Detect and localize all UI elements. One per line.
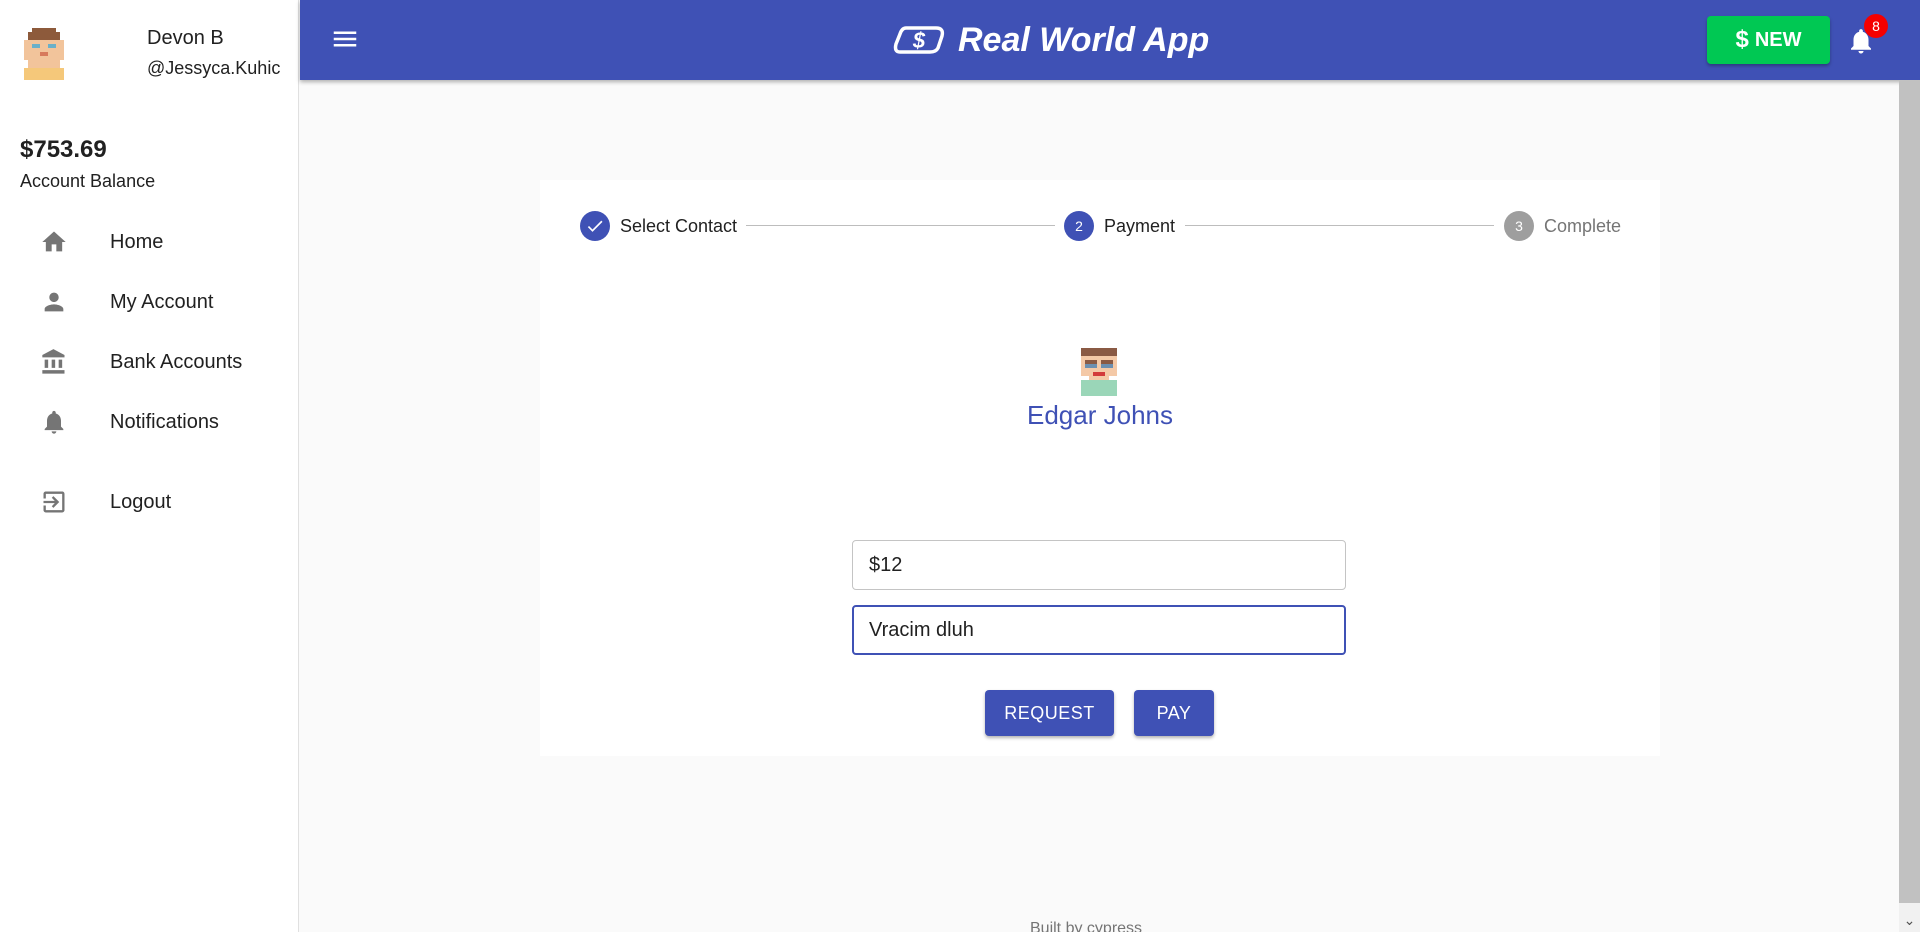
dollar-icon: $ (1735, 26, 1749, 53)
sidebar-item-notifications[interactable]: Notifications (0, 394, 299, 450)
contact-name: Edgar Johns (1027, 400, 1173, 430)
check-icon (580, 211, 610, 241)
sidebar-item-label: My Account (110, 290, 214, 313)
sidebar-item-logout[interactable]: Logout (0, 474, 299, 530)
person-icon (40, 288, 68, 316)
sidebar-item-label: Logout (110, 490, 172, 513)
note-input[interactable]: Vracim dluh (852, 605, 1346, 655)
scrollbar-thumb[interactable] (1899, 80, 1920, 903)
account-balance-amount: $753.69 (20, 136, 107, 163)
footer-text[interactable]: Built by cypress (1030, 920, 1142, 932)
home-icon (40, 228, 68, 256)
user-avatar (24, 28, 64, 80)
sidebar-item-label: Home (110, 230, 164, 253)
sidebar-item-home[interactable]: Home (0, 214, 299, 270)
transaction-card: Select Contact 2 Payment 3 Complete Edga… (540, 180, 1660, 756)
sidebar-item-label: Bank Accounts (110, 350, 243, 373)
app-logo-icon: $ (893, 26, 945, 54)
step-number: 2 (1064, 211, 1094, 241)
step-complete: 3 Complete (1504, 211, 1621, 241)
bank-icon (40, 348, 68, 376)
notification-count-badge: 8 (1864, 14, 1888, 38)
step-connector (1185, 225, 1494, 226)
step-select-contact: Select Contact (580, 211, 737, 241)
sidebar-item-my-account[interactable]: My Account (0, 274, 299, 330)
step-label: Select Contact (620, 215, 738, 236)
svg-text:$: $ (912, 28, 926, 53)
user-block: Devon B @Jessyca.Kuhic (0, 0, 299, 110)
new-transaction-button[interactable]: $ NEW (1707, 16, 1830, 64)
app-root: Devon B @Jessyca.Kuhic $753.69 Account B… (0, 0, 1920, 932)
account-balance-label: Account Balance (20, 171, 156, 191)
app-title: Real World App (958, 20, 1210, 59)
app-brand[interactable]: $ Real World App (892, 18, 1209, 62)
step-connector (746, 225, 1055, 226)
top-app-bar: $ Real World App $ NEW 8 (300, 0, 1920, 80)
step-payment: 2 Payment (1064, 211, 1175, 241)
step-number: 3 (1504, 211, 1534, 241)
sidebar-item-label: Notifications (110, 410, 219, 433)
user-full-name: Devon B (147, 27, 224, 49)
logout-icon (40, 488, 68, 516)
contact-avatar (1081, 348, 1117, 396)
user-handle: @Jessyca.Kuhic (147, 58, 281, 78)
sidebar: Devon B @Jessyca.Kuhic $753.69 Account B… (0, 0, 299, 932)
menu-icon[interactable] (330, 24, 360, 54)
request-button[interactable]: REQUEST (985, 690, 1114, 736)
sidebar-item-bank-accounts[interactable]: Bank Accounts (0, 334, 299, 390)
amount-input[interactable]: $12 (852, 540, 1346, 590)
scroll-down-arrow-icon[interactable]: ⌄ (1899, 908, 1920, 932)
pay-button[interactable]: PAY (1134, 690, 1214, 736)
new-transaction-label: NEW (1754, 28, 1802, 51)
bell-icon (40, 408, 68, 436)
step-label: Complete (1544, 215, 1622, 236)
step-label: Payment (1104, 215, 1176, 236)
